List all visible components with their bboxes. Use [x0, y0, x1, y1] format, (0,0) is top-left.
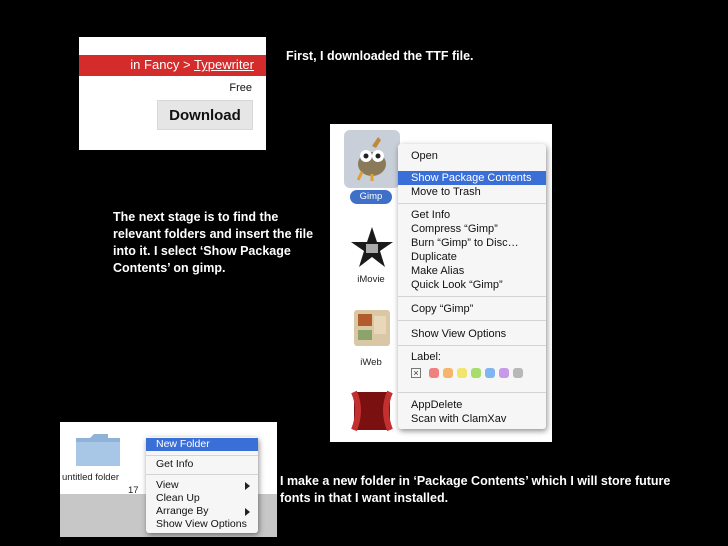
- breadcrumb: in Fancy > Typewriter: [130, 57, 254, 72]
- menu-item-arrange-by-label: Arrange By: [156, 505, 209, 517]
- menu-item-clean-up[interactable]: Clean Up: [146, 492, 258, 505]
- menu-item-duplicate[interactable]: Duplicate: [398, 250, 546, 264]
- caption-second: The next stage is to find the relevant f…: [113, 210, 314, 275]
- menu-item-scan-clamxav[interactable]: Scan with ClamXav: [398, 412, 546, 426]
- menu-item-appdelete[interactable]: AppDelete: [398, 398, 546, 412]
- breadcrumb-link-typewriter[interactable]: Typewriter: [194, 57, 254, 72]
- menu-item-get-info[interactable]: Get Info: [146, 458, 258, 471]
- folder-icon[interactable]: [74, 432, 122, 468]
- menu-item-show-view-options[interactable]: Show View Options: [398, 327, 546, 341]
- breadcrumb-prefix: in Fancy >: [130, 57, 191, 72]
- caption-third: I make a new folder in ‘Package Contents…: [280, 474, 671, 505]
- label-orange-swatch[interactable]: [443, 368, 453, 378]
- theater-icon[interactable]: [348, 386, 396, 434]
- imovie-icon[interactable]: [348, 224, 396, 272]
- menu-item-view[interactable]: View: [146, 479, 258, 492]
- menu-item-show-package-contents[interactable]: Show Package Contents: [398, 171, 546, 185]
- menu-item-label-heading: Label:: [411, 351, 441, 363]
- menu-item-move-to-trash[interactable]: Move to Trash: [398, 185, 546, 199]
- menu-separator: [146, 474, 258, 475]
- label-blue-swatch[interactable]: [485, 368, 495, 378]
- label-none-swatch[interactable]: ×: [411, 368, 421, 378]
- label-purple-swatch[interactable]: [499, 368, 509, 378]
- menu-separator: [398, 203, 546, 204]
- menu-separator: [398, 392, 546, 393]
- new-folder-screenshot: untitled folder 17 New Folder Get Info V…: [60, 422, 277, 537]
- menu-item-make-alias[interactable]: Make Alias: [398, 264, 546, 278]
- menu-item-show-view-options[interactable]: Show View Options: [146, 518, 258, 531]
- menu-item-compress[interactable]: Compress “Gimp”: [398, 222, 546, 236]
- folder-name-label: untitled folder: [62, 472, 120, 483]
- label-green-swatch[interactable]: [471, 368, 481, 378]
- gimp-context-menu: Open Show Package Contents Move to Trash…: [398, 144, 546, 429]
- app-label-imovie: iMovie: [357, 274, 385, 285]
- finder-screenshot: Gimp iMovie iWeb Open Show Package Conte…: [330, 124, 552, 442]
- menu-item-burn[interactable]: Burn “Gimp” to Disc…: [398, 236, 546, 250]
- breadcrumb-bar: in Fancy > Typewriter: [79, 55, 266, 76]
- download-screenshot: in Fancy > Typewriter Free Download: [79, 37, 266, 150]
- label-gray-swatch[interactable]: [513, 368, 523, 378]
- menu-separator: [146, 455, 258, 456]
- menu-item-quick-look[interactable]: Quick Look “Gimp”: [398, 278, 546, 292]
- app-label-gimp: Gimp: [350, 190, 392, 204]
- menu-separator: [398, 345, 546, 346]
- menu-item-get-info[interactable]: Get Info: [398, 208, 546, 222]
- menu-separator: [398, 320, 546, 321]
- menu-item-open[interactable]: Open: [398, 149, 546, 163]
- download-button[interactable]: Download: [157, 100, 253, 130]
- menu-item-arrange-by[interactable]: Arrange By: [146, 505, 258, 518]
- menu-separator: [398, 296, 546, 297]
- menu-item-new-folder[interactable]: New Folder: [146, 438, 258, 451]
- submenu-arrow-icon: [245, 508, 250, 516]
- iweb-icon[interactable]: [348, 304, 396, 352]
- label-red-swatch[interactable]: [429, 368, 439, 378]
- item-count: 17: [128, 485, 139, 496]
- submenu-arrow-icon: [245, 482, 250, 490]
- label-yellow-swatch[interactable]: [457, 368, 467, 378]
- menu-item-view-label: View: [156, 479, 179, 491]
- app-label-iweb: iWeb: [360, 357, 382, 368]
- menu-item-copy[interactable]: Copy “Gimp”: [398, 302, 546, 316]
- caption-first: First, I downloaded the TTF file.: [286, 49, 474, 63]
- folder-context-menu: New Folder Get Info View Clean Up Arrang…: [146, 437, 258, 533]
- price-label: Free: [229, 82, 252, 94]
- gimp-icon[interactable]: [348, 134, 396, 182]
